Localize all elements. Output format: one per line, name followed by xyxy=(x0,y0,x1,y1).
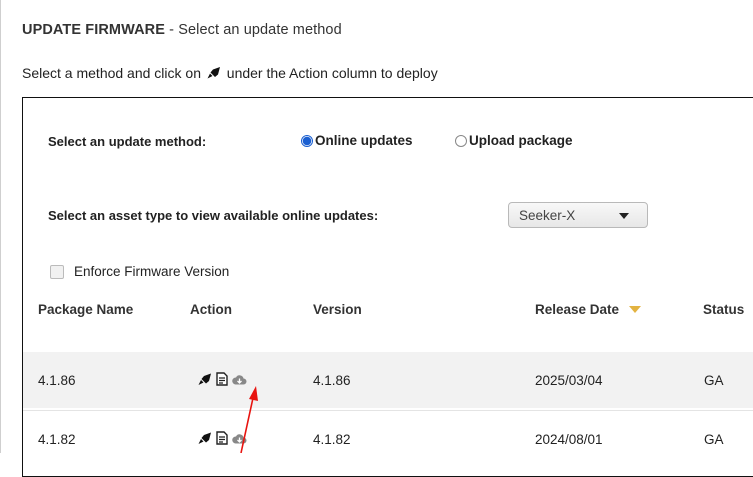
row-actions xyxy=(198,431,247,445)
enforce-firmware-label: Enforce Firmware Version xyxy=(74,264,230,279)
instruction-after: under the Action column to deploy xyxy=(226,65,438,81)
radio-online-updates[interactable]: Online updates xyxy=(301,133,413,148)
asset-type-label: Select an asset type to view available o… xyxy=(48,208,379,223)
update-method-label: Select an update method: xyxy=(48,134,207,149)
cell-status: GA xyxy=(704,432,724,447)
title-main: UPDATE FIRMWARE xyxy=(22,22,166,38)
instruction-text: Select a method and click on under the A… xyxy=(22,65,438,81)
rocket-icon xyxy=(207,67,220,79)
cell-release-date: 2024/08/01 xyxy=(535,432,603,447)
cell-version: 4.1.82 xyxy=(313,432,351,447)
cell-package-name: 4.1.82 xyxy=(38,432,76,447)
chevron-down-icon xyxy=(619,213,629,219)
document-icon[interactable] xyxy=(216,372,228,386)
sort-descending-icon xyxy=(629,306,642,313)
cloud-download-icon[interactable] xyxy=(232,432,247,445)
instruction-before: Select a method and click on xyxy=(22,65,201,81)
cell-package-name: 4.1.86 xyxy=(38,373,76,388)
asset-type-selected: Seeker-X xyxy=(519,208,576,223)
row-actions xyxy=(198,372,247,386)
column-header-package-name[interactable]: Package Name xyxy=(38,302,133,317)
table-row: 4.1.86 4.1.86 2025/03/04 GA xyxy=(23,352,753,408)
rocket-icon[interactable] xyxy=(198,432,212,445)
title-separator: - xyxy=(165,22,179,38)
cell-version: 4.1.86 xyxy=(313,373,351,388)
enforce-firmware-row[interactable]: Enforce Firmware Version xyxy=(50,264,229,279)
cloud-download-icon[interactable] xyxy=(232,373,247,386)
table-row: 4.1.82 4.1.82 2024/08/01 GA xyxy=(23,410,753,467)
radio-upload-package-button[interactable] xyxy=(455,134,467,147)
cell-status: GA xyxy=(704,373,724,388)
rocket-icon[interactable] xyxy=(198,373,212,386)
radio-online-updates-button[interactable] xyxy=(301,134,313,147)
update-method-panel: Select an update method: Online updates … xyxy=(22,97,753,477)
release-date-header-label: Release Date xyxy=(535,302,620,317)
column-header-release-date[interactable]: Release Date xyxy=(535,302,642,317)
cell-release-date: 2025/03/04 xyxy=(535,373,603,388)
column-header-action: Action xyxy=(190,302,232,317)
radio-upload-package-label: Upload package xyxy=(469,133,573,148)
column-header-status[interactable]: Status xyxy=(703,302,744,317)
radio-upload-package[interactable]: Upload package xyxy=(455,133,573,148)
document-icon[interactable] xyxy=(216,431,228,445)
enforce-firmware-checkbox[interactable] xyxy=(50,264,64,279)
page-title: UPDATE FIRMWARE - Select an update metho… xyxy=(22,22,342,38)
page-left-rule xyxy=(0,0,1,453)
asset-type-select[interactable]: Seeker-X xyxy=(508,202,648,228)
radio-online-updates-label: Online updates xyxy=(315,133,413,148)
column-header-version[interactable]: Version xyxy=(313,302,362,317)
title-subtitle: Select an update method xyxy=(178,22,342,38)
